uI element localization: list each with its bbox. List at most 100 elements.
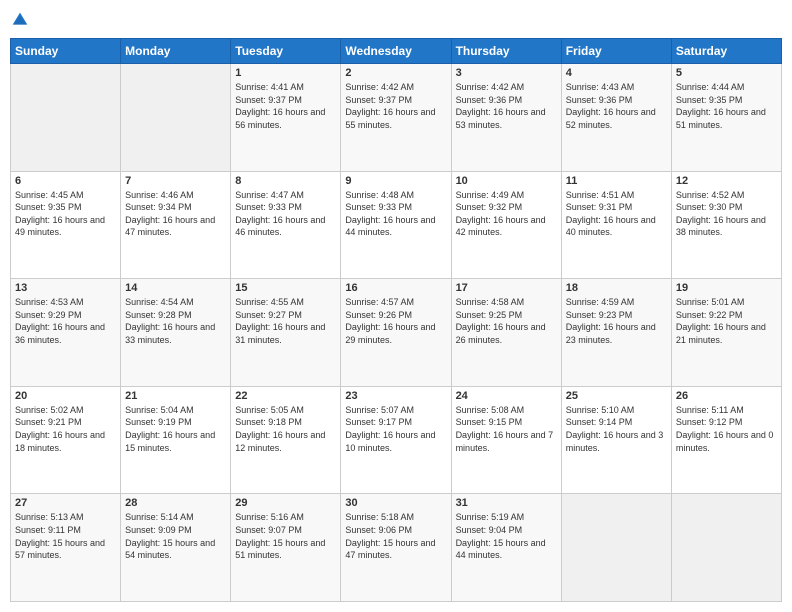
calendar-cell: 11 Sunrise: 4:51 AMSunset: 9:31 PMDayligh… bbox=[561, 171, 671, 279]
day-info: Sunrise: 4:42 AMSunset: 9:36 PMDaylight:… bbox=[456, 81, 557, 131]
day-info: Sunrise: 5:02 AMSunset: 9:21 PMDaylight:… bbox=[15, 404, 116, 454]
day-info: Sunrise: 4:59 AMSunset: 9:23 PMDaylight:… bbox=[566, 296, 667, 346]
calendar-cell: 23 Sunrise: 5:07 AMSunset: 9:17 PMDayligh… bbox=[341, 386, 451, 494]
day-number: 16 bbox=[345, 282, 446, 294]
day-info: Sunrise: 5:04 AMSunset: 9:19 PMDaylight:… bbox=[125, 404, 226, 454]
day-info: Sunrise: 5:19 AMSunset: 9:04 PMDaylight:… bbox=[456, 511, 557, 561]
logo bbox=[10, 10, 34, 30]
day-number: 9 bbox=[345, 175, 446, 187]
calendar-cell: 6 Sunrise: 4:45 AMSunset: 9:35 PMDaylight… bbox=[11, 171, 121, 279]
calendar-cell: 12 Sunrise: 4:52 AMSunset: 9:30 PMDayligh… bbox=[671, 171, 781, 279]
calendar-cell: 17Sunrise: 4:58 AMSunset: 9:25 PMDayligh… bbox=[451, 279, 561, 387]
day-number: 18 bbox=[566, 282, 667, 294]
calendar-cell: 21 Sunrise: 5:04 AMSunset: 9:19 PMDayligh… bbox=[121, 386, 231, 494]
calendar-cell: 3 Sunrise: 4:42 AMSunset: 9:36 PMDaylight… bbox=[451, 64, 561, 172]
day-number: 8 bbox=[235, 175, 336, 187]
day-number: 10 bbox=[456, 175, 557, 187]
day-number: 5 bbox=[676, 67, 777, 79]
day-number: 27 bbox=[15, 497, 116, 509]
day-info: Sunrise: 5:16 AMSunset: 9:07 PMDaylight:… bbox=[235, 511, 336, 561]
calendar-week-5: 27 Sunrise: 5:13 AMSunset: 9:11 PMDayligh… bbox=[11, 494, 782, 602]
calendar-cell bbox=[121, 64, 231, 172]
day-number: 12 bbox=[676, 175, 777, 187]
day-number: 22 bbox=[235, 390, 336, 402]
day-number: 20 bbox=[15, 390, 116, 402]
day-info: Sunrise: 4:53 AMSunset: 9:29 PMDaylight:… bbox=[15, 296, 116, 346]
day-info: Sunrise: 4:49 AMSunset: 9:32 PMDaylight:… bbox=[456, 189, 557, 239]
weekday-header-monday: Monday bbox=[121, 39, 231, 64]
day-info: Sunrise: 4:47 AMSunset: 9:33 PMDaylight:… bbox=[235, 189, 336, 239]
calendar-table: SundayMondayTuesdayWednesdayThursdayFrid… bbox=[10, 38, 782, 602]
day-number: 11 bbox=[566, 175, 667, 187]
day-info: Sunrise: 5:10 AMSunset: 9:14 PMDaylight:… bbox=[566, 404, 667, 454]
calendar-cell: 2 Sunrise: 4:42 AMSunset: 9:37 PMDaylight… bbox=[341, 64, 451, 172]
day-number: 21 bbox=[125, 390, 226, 402]
day-info: Sunrise: 4:55 AMSunset: 9:27 PMDaylight:… bbox=[235, 296, 336, 346]
day-info: Sunrise: 4:48 AMSunset: 9:33 PMDaylight:… bbox=[345, 189, 446, 239]
day-info: Sunrise: 4:57 AMSunset: 9:26 PMDaylight:… bbox=[345, 296, 446, 346]
calendar-cell: 19 Sunrise: 5:01 AMSunset: 9:22 PMDayligh… bbox=[671, 279, 781, 387]
day-info: Sunrise: 4:54 AMSunset: 9:28 PMDaylight:… bbox=[125, 296, 226, 346]
calendar-cell: 8 Sunrise: 4:47 AMSunset: 9:33 PMDaylight… bbox=[231, 171, 341, 279]
calendar-cell bbox=[671, 494, 781, 602]
calendar-cell: 28Sunrise: 5:14 AMSunset: 9:09 PMDayligh… bbox=[121, 494, 231, 602]
day-info: Sunrise: 4:51 AMSunset: 9:31 PMDaylight:… bbox=[566, 189, 667, 239]
calendar-cell: 29 Sunrise: 5:16 AMSunset: 9:07 PMDayligh… bbox=[231, 494, 341, 602]
day-number: 23 bbox=[345, 390, 446, 402]
weekday-header-saturday: Saturday bbox=[671, 39, 781, 64]
calendar-week-4: 20 Sunrise: 5:02 AMSunset: 9:21 PMDayligh… bbox=[11, 386, 782, 494]
day-number: 13 bbox=[15, 282, 116, 294]
weekday-header-tuesday: Tuesday bbox=[231, 39, 341, 64]
calendar-cell: 7Sunrise: 4:46 AMSunset: 9:34 PMDaylight… bbox=[121, 171, 231, 279]
day-number: 4 bbox=[566, 67, 667, 79]
day-number: 14 bbox=[125, 282, 226, 294]
calendar-cell: 10 Sunrise: 4:49 AMSunset: 9:32 PMDayligh… bbox=[451, 171, 561, 279]
day-info: Sunrise: 5:13 AMSunset: 9:11 PMDaylight:… bbox=[15, 511, 116, 561]
day-info: Sunrise: 5:01 AMSunset: 9:22 PMDaylight:… bbox=[676, 296, 777, 346]
day-number: 29 bbox=[235, 497, 336, 509]
day-number: 17 bbox=[456, 282, 557, 294]
calendar-cell: 30Sunrise: 5:18 AMSunset: 9:06 PMDayligh… bbox=[341, 494, 451, 602]
calendar-cell: 22 Sunrise: 5:05 AMSunset: 9:18 PMDayligh… bbox=[231, 386, 341, 494]
logo-icon bbox=[10, 10, 30, 30]
weekday-header-friday: Friday bbox=[561, 39, 671, 64]
calendar-week-3: 13 Sunrise: 4:53 AMSunset: 9:29 PMDayligh… bbox=[11, 279, 782, 387]
day-number: 3 bbox=[456, 67, 557, 79]
calendar-cell bbox=[561, 494, 671, 602]
day-info: Sunrise: 5:11 AMSunset: 9:12 PMDaylight:… bbox=[676, 404, 777, 454]
weekday-header-row: SundayMondayTuesdayWednesdayThursdayFrid… bbox=[11, 39, 782, 64]
calendar-cell: 25Sunrise: 5:10 AMSunset: 9:14 PMDayligh… bbox=[561, 386, 671, 494]
day-number: 24 bbox=[456, 390, 557, 402]
calendar-cell: 4 Sunrise: 4:43 AMSunset: 9:36 PMDaylight… bbox=[561, 64, 671, 172]
calendar-cell: 18 Sunrise: 4:59 AMSunset: 9:23 PMDayligh… bbox=[561, 279, 671, 387]
calendar-cell: 24Sunrise: 5:08 AMSunset: 9:15 PMDayligh… bbox=[451, 386, 561, 494]
day-info: Sunrise: 4:45 AMSunset: 9:35 PMDaylight:… bbox=[15, 189, 116, 239]
calendar-cell: 9 Sunrise: 4:48 AMSunset: 9:33 PMDaylight… bbox=[341, 171, 451, 279]
day-info: Sunrise: 4:43 AMSunset: 9:36 PMDaylight:… bbox=[566, 81, 667, 131]
day-info: Sunrise: 5:05 AMSunset: 9:18 PMDaylight:… bbox=[235, 404, 336, 454]
day-info: Sunrise: 4:42 AMSunset: 9:37 PMDaylight:… bbox=[345, 81, 446, 131]
day-number: 31 bbox=[456, 497, 557, 509]
calendar-cell: 31 Sunrise: 5:19 AMSunset: 9:04 PMDayligh… bbox=[451, 494, 561, 602]
calendar-cell: 1 Sunrise: 4:41 AMSunset: 9:37 PMDaylight… bbox=[231, 64, 341, 172]
day-number: 15 bbox=[235, 282, 336, 294]
day-number: 7 bbox=[125, 175, 226, 187]
day-number: 19 bbox=[676, 282, 777, 294]
calendar-cell: 5 Sunrise: 4:44 AMSunset: 9:35 PMDaylight… bbox=[671, 64, 781, 172]
day-number: 2 bbox=[345, 67, 446, 79]
calendar-cell: 26Sunrise: 5:11 AMSunset: 9:12 PMDayligh… bbox=[671, 386, 781, 494]
page: SundayMondayTuesdayWednesdayThursdayFrid… bbox=[0, 0, 792, 612]
weekday-header-wednesday: Wednesday bbox=[341, 39, 451, 64]
day-number: 1 bbox=[235, 67, 336, 79]
day-number: 6 bbox=[15, 175, 116, 187]
calendar-cell: 14 Sunrise: 4:54 AMSunset: 9:28 PMDayligh… bbox=[121, 279, 231, 387]
weekday-header-sunday: Sunday bbox=[11, 39, 121, 64]
weekday-header-thursday: Thursday bbox=[451, 39, 561, 64]
calendar-cell: 27 Sunrise: 5:13 AMSunset: 9:11 PMDayligh… bbox=[11, 494, 121, 602]
day-info: Sunrise: 4:41 AMSunset: 9:37 PMDaylight:… bbox=[235, 81, 336, 131]
header bbox=[10, 10, 782, 30]
calendar-cell: 16 Sunrise: 4:57 AMSunset: 9:26 PMDayligh… bbox=[341, 279, 451, 387]
day-info: Sunrise: 5:07 AMSunset: 9:17 PMDaylight:… bbox=[345, 404, 446, 454]
day-info: Sunrise: 4:52 AMSunset: 9:30 PMDaylight:… bbox=[676, 189, 777, 239]
day-info: Sunrise: 4:44 AMSunset: 9:35 PMDaylight:… bbox=[676, 81, 777, 131]
